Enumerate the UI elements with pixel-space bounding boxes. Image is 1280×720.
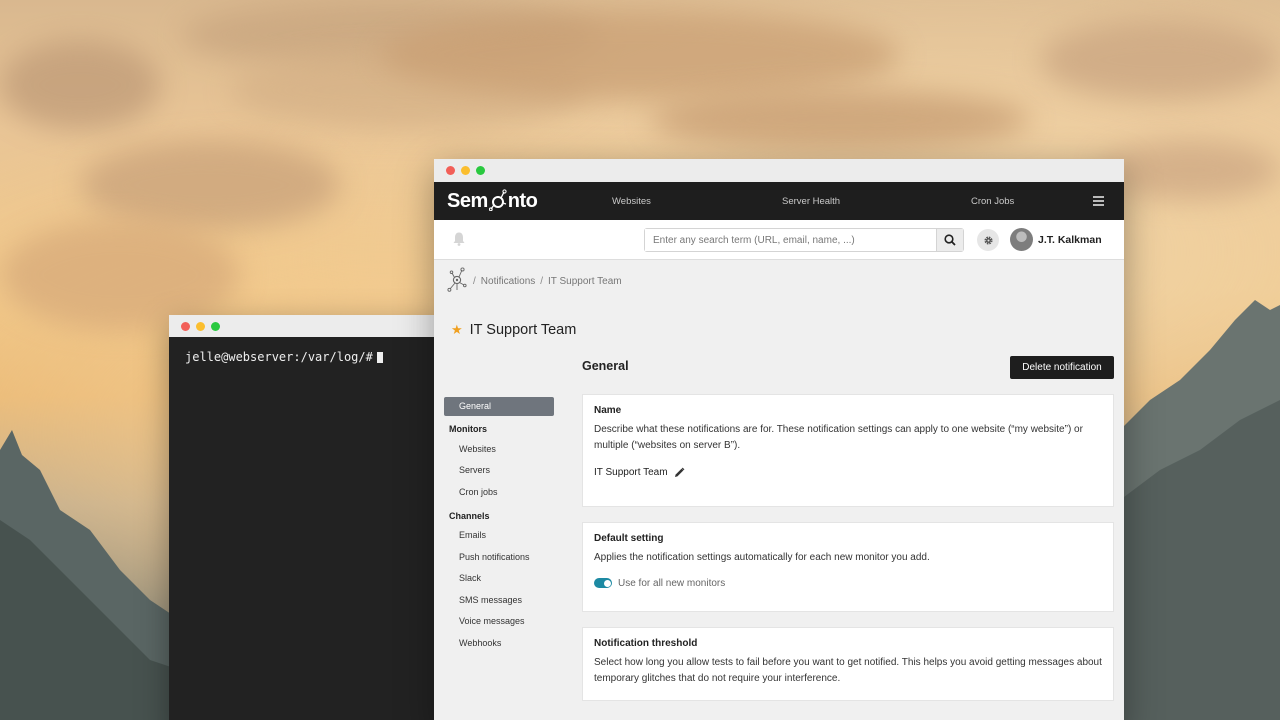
sidebar-item-webhooks[interactable]: Webhooks: [444, 632, 554, 654]
breadcrumb-current: IT Support Team: [548, 276, 622, 287]
delete-notification-button[interactable]: Delete notification: [1010, 356, 1114, 379]
card-description: Select how long you allow tests to fail …: [594, 657, 1102, 684]
breadcrumb-separator: /: [540, 276, 544, 287]
name-card: Name Describe what these notifications a…: [582, 394, 1114, 507]
nav-websites[interactable]: Websites: [612, 196, 651, 207]
settings-button[interactable]: [977, 229, 999, 251]
cloud: [0, 40, 160, 130]
breadcrumb: / Notifications / IT Support Team: [446, 267, 622, 296]
card-title: Name: [594, 405, 622, 416]
nav-server-health[interactable]: Server Health: [782, 196, 840, 207]
card-description: Describe what these notifications are fo…: [594, 424, 1083, 451]
breadcrumb-notifications[interactable]: Notifications: [481, 276, 535, 287]
sidebar-item-emails[interactable]: Emails: [444, 525, 554, 547]
close-window-button[interactable]: [446, 166, 455, 175]
sidebar-item-slack[interactable]: Slack: [444, 568, 554, 590]
logo-network-icon: [488, 189, 507, 211]
sidebar-item-voice-messages[interactable]: Voice messages: [444, 611, 554, 633]
sidebar-item-cron-jobs[interactable]: Cron jobs: [444, 481, 554, 503]
pencil-icon[interactable]: [674, 467, 685, 478]
page-title-row: ★ IT Support Team: [451, 322, 576, 338]
name-value-row[interactable]: IT Support Team: [594, 467, 1102, 478]
toggle-label: Use for all new monitors: [618, 577, 726, 589]
threshold-card: Notification threshold Select how long y…: [582, 627, 1114, 701]
logo-text-left: Sem: [447, 189, 488, 212]
use-for-new-monitors-toggle[interactable]: [594, 578, 612, 588]
card-title: Notification threshold: [594, 638, 698, 649]
logo-text-right: nto: [507, 189, 538, 212]
page-title: IT Support Team: [469, 322, 577, 338]
search-input[interactable]: [645, 229, 936, 251]
sidebar-item-sms-messages[interactable]: SMS messages: [444, 589, 554, 611]
gear-icon: [983, 235, 993, 245]
home-network-icon[interactable]: [446, 267, 468, 296]
sidebar-item-websites[interactable]: Websites: [444, 438, 554, 460]
sidebar-heading-monitors: Monitors: [449, 424, 487, 434]
browser-window: Sem nto Websites Server Health Cron Jobs: [434, 159, 1124, 720]
minimize-window-button[interactable]: [196, 321, 205, 331]
default-setting-card: Default setting Applies the notification…: [582, 522, 1114, 612]
toggle-row: Use for all new monitors: [594, 578, 1102, 589]
mountains-right: [1120, 300, 1280, 720]
terminal-cursor: [376, 351, 383, 363]
search-button[interactable]: [936, 229, 963, 251]
maximize-window-button[interactable]: [476, 166, 485, 175]
semonto-logo[interactable]: Sem nto: [447, 189, 538, 213]
avatar[interactable]: [1010, 228, 1033, 251]
star-icon[interactable]: ★: [451, 322, 463, 338]
breadcrumb-separator: /: [473, 276, 476, 287]
hamburger-menu-icon[interactable]: [1093, 196, 1104, 208]
cloud: [0, 220, 240, 330]
terminal-prompt-line[interactable]: jelle@webserver:/var/log/#: [169, 337, 444, 377]
terminal-prompt: jelle@webserver:/var/log/#: [185, 350, 373, 364]
sidebar-item-general[interactable]: General: [444, 397, 554, 416]
cloud: [1040, 20, 1280, 100]
top-navigation: Sem nto Websites Server Health Cron Jobs: [434, 182, 1124, 220]
mountains-left: [0, 430, 180, 720]
settings-sidebar: General Monitors Websites Servers Cron j…: [444, 397, 554, 654]
nav-cron-jobs[interactable]: Cron Jobs: [971, 196, 1014, 207]
browser-titlebar: [434, 159, 1124, 182]
terminal-window: jelle@webserver:/var/log/#: [169, 315, 444, 720]
terminal-titlebar: [169, 315, 444, 337]
cloud: [380, 10, 900, 100]
minimize-window-button[interactable]: [461, 166, 470, 175]
sidebar-item-push-notifications[interactable]: Push notifications: [444, 546, 554, 568]
name-value: IT Support Team: [594, 467, 668, 478]
close-window-button[interactable]: [181, 321, 190, 331]
card-title: Default setting: [594, 533, 664, 544]
cloud: [650, 90, 1030, 150]
section-title: General: [582, 359, 629, 373]
user-name[interactable]: J.T. Kalkman: [1038, 234, 1102, 246]
toolbar: J.T. Kalkman: [434, 220, 1124, 260]
search-bar: [644, 228, 964, 252]
maximize-window-button[interactable]: [211, 321, 220, 331]
cloud: [1100, 140, 1280, 200]
sidebar-item-servers[interactable]: Servers: [444, 460, 554, 482]
search-icon: [944, 234, 956, 246]
cloud: [80, 140, 340, 230]
card-description: Applies the notification settings automa…: [594, 552, 930, 563]
bell-icon[interactable]: [453, 232, 465, 251]
sidebar-heading-channels: Channels: [449, 510, 490, 521]
